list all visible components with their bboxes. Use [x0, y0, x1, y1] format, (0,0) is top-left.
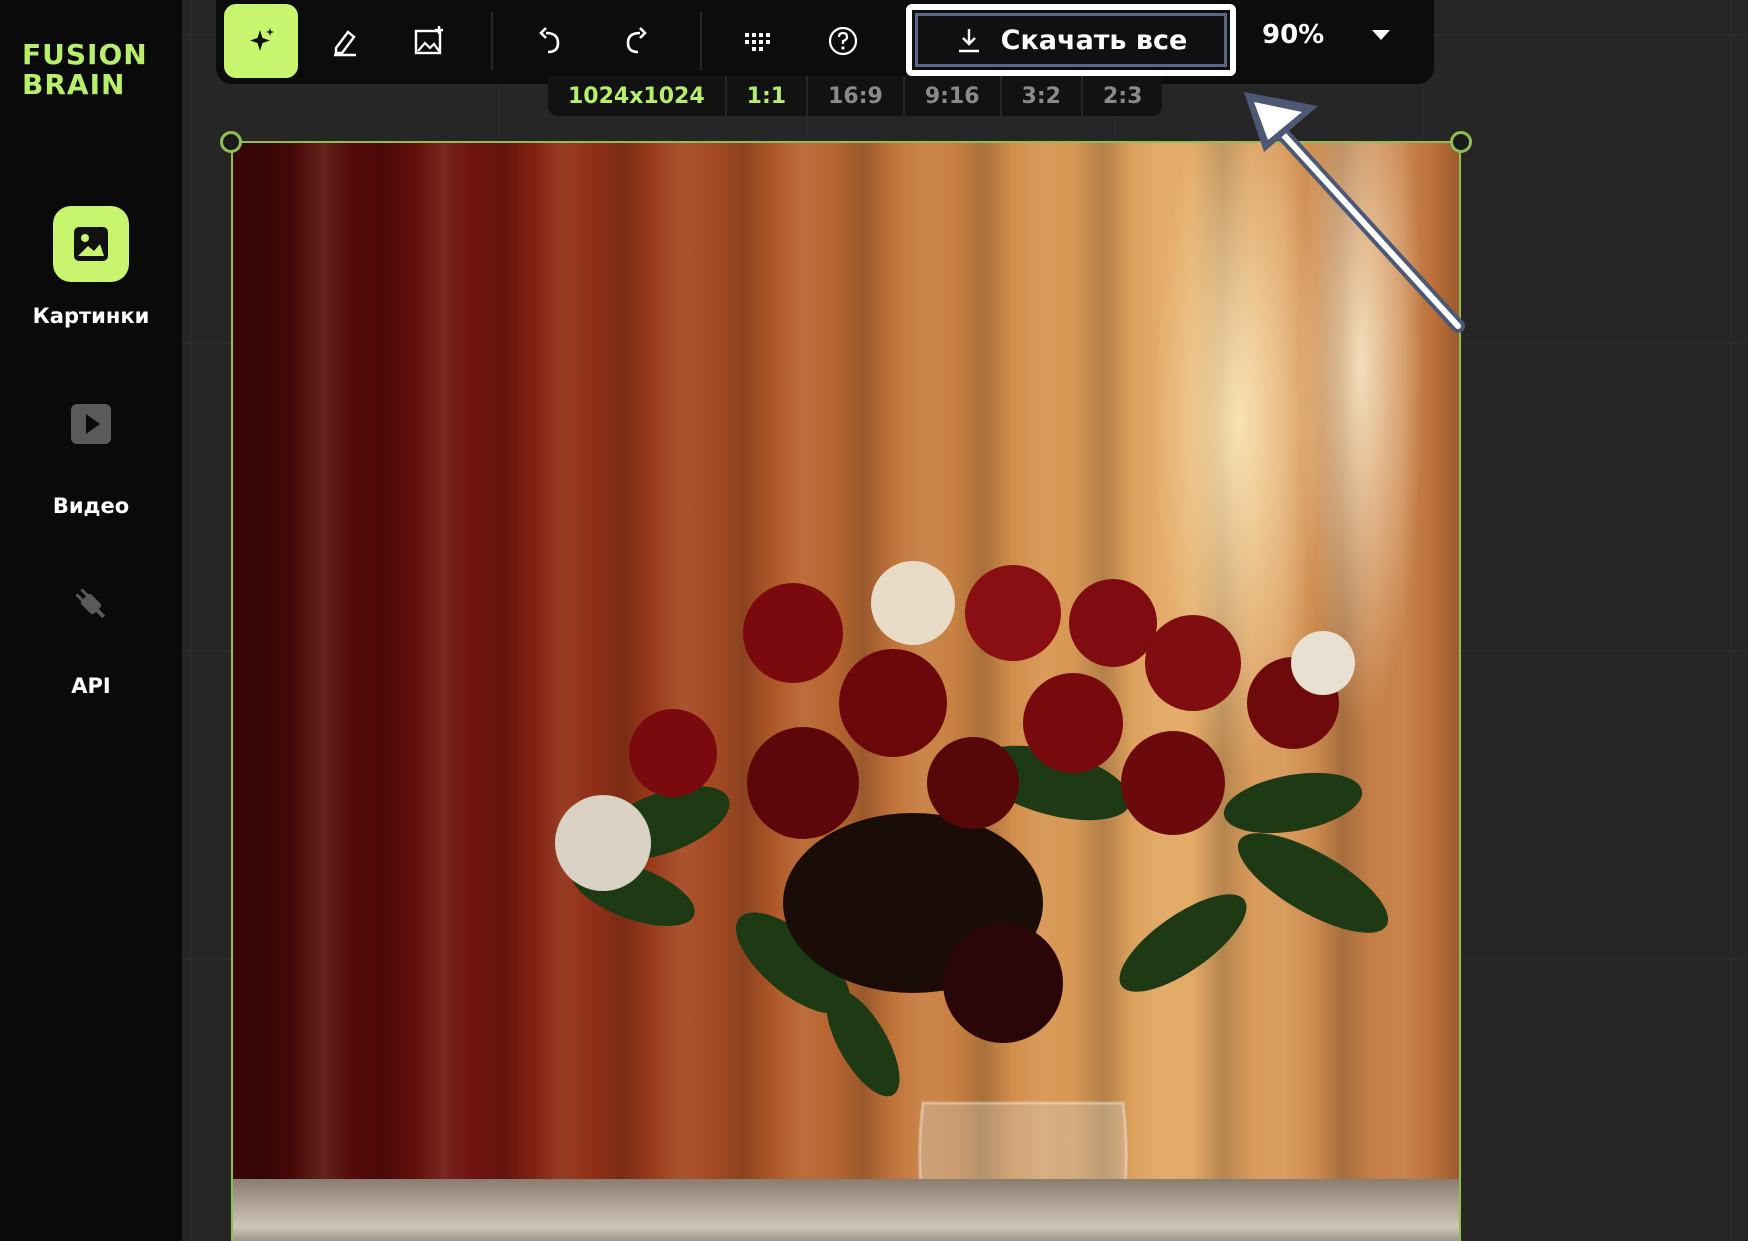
resolution-option[interactable]: 1024x1024 — [548, 76, 727, 116]
table-surface — [233, 1179, 1459, 1241]
size-selector: 1024x1024 1:1 16:9 9:16 3:2 2:3 — [548, 76, 1163, 116]
sidebar-item-label: Видео — [52, 494, 130, 518]
resize-handle-top-left[interactable] — [220, 131, 242, 153]
app-logo[interactable]: FUSION BRAIN — [22, 40, 148, 100]
redo-icon — [626, 27, 647, 54]
eraser-tool-button[interactable] — [308, 4, 382, 78]
add-image-button[interactable] — [392, 4, 466, 78]
undo-button[interactable] — [514, 4, 588, 78]
annotation-arrow-icon — [1244, 92, 1465, 333]
eraser-icon — [334, 30, 356, 57]
ratio-option-2-3[interactable]: 2:3 — [1083, 76, 1162, 116]
ratio-option-9-16[interactable]: 9:16 — [905, 76, 1002, 116]
sidebar-item-images[interactable]: Картинки — [0, 206, 182, 328]
ratio-option-16-9[interactable]: 16:9 — [808, 76, 905, 116]
logo-line-2: BRAIN — [22, 68, 126, 101]
sidebar-item-label: API — [71, 674, 111, 698]
undo-icon — [539, 27, 560, 54]
download-all-button[interactable]: Скачать все — [906, 4, 1236, 76]
image-icon — [53, 206, 129, 282]
sidebar-item-video[interactable]: Видео — [0, 386, 182, 518]
plug-icon — [53, 566, 129, 642]
image-add-icon — [414, 26, 443, 55]
ratio-option-3-2[interactable]: 3:2 — [1002, 76, 1083, 116]
redo-button[interactable] — [598, 4, 672, 78]
chevron-down-icon[interactable] — [1372, 30, 1390, 40]
ratio-option-1-1[interactable]: 1:1 — [727, 76, 809, 116]
play-icon — [53, 386, 129, 462]
help-button[interactable] — [806, 4, 880, 78]
top-toolbar: Скачать все 90% — [216, 0, 1434, 84]
help-icon — [828, 26, 858, 56]
grid-dots-icon — [745, 33, 770, 51]
sidebar-item-label: Картинки — [32, 304, 150, 328]
zoom-level[interactable]: 90% — [1262, 20, 1324, 50]
sparkle-icon — [250, 28, 274, 51]
download-all-label: Скачать все — [1000, 24, 1188, 56]
generate-tool-button[interactable] — [224, 4, 298, 78]
download-icon — [958, 29, 979, 53]
sidebar: FUSION BRAIN Картинки Видео API — [0, 0, 182, 1241]
grid-button[interactable] — [722, 4, 796, 78]
toolbar-divider — [491, 12, 493, 70]
logo-line-1: FUSION — [22, 38, 148, 71]
toolbar-divider — [700, 12, 702, 70]
sidebar-item-api[interactable]: API — [0, 566, 182, 698]
